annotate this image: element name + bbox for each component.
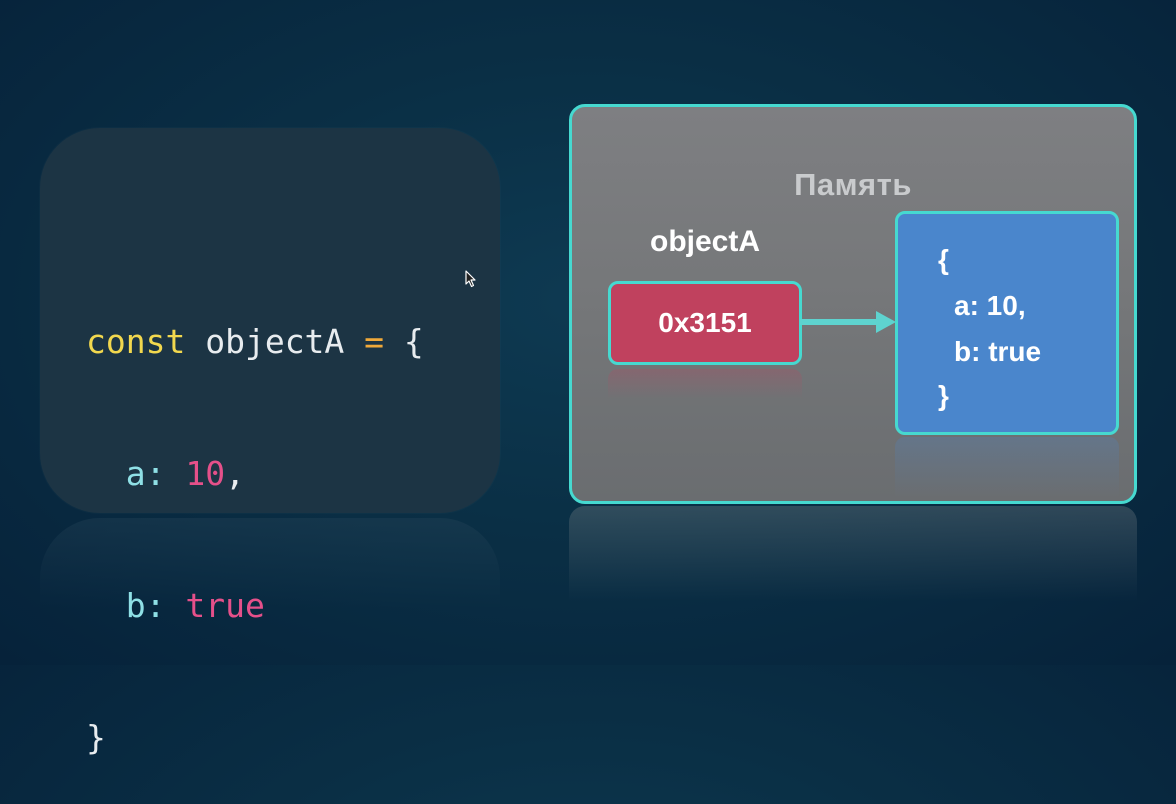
address-box: 0x3151 bbox=[608, 281, 802, 365]
code-value-b: true bbox=[185, 586, 265, 625]
heap-object-reflection bbox=[895, 437, 1119, 497]
object-close-brace: } bbox=[938, 380, 949, 411]
variable-label: objectA bbox=[650, 225, 761, 258]
object-open-brace: { bbox=[938, 244, 949, 275]
code-comma: , bbox=[225, 454, 245, 493]
memory-panel-reflection bbox=[569, 506, 1137, 601]
code-line-2: a: 10, bbox=[86, 452, 424, 496]
code-variable-name: objectA bbox=[205, 322, 345, 361]
object-line-a: a: 10, bbox=[954, 290, 1026, 321]
memory-panel: Память objectA 0x3151 { a: 10, b: true } bbox=[569, 104, 1137, 504]
code-block: const objectA = { a: 10, b: true } bbox=[86, 232, 424, 804]
code-close-brace: } bbox=[86, 718, 106, 757]
text-cursor-icon bbox=[465, 270, 476, 288]
heap-object-box: { a: 10, b: true } bbox=[895, 211, 1119, 435]
code-line-1: const objectA = { bbox=[86, 320, 424, 364]
code-open-brace: { bbox=[403, 322, 424, 361]
address-value: 0x3151 bbox=[658, 307, 752, 338]
code-prop-b: b: bbox=[125, 586, 166, 625]
code-assign-operator: = bbox=[364, 322, 385, 361]
object-line-b: b: true bbox=[954, 336, 1042, 367]
reference-arrow-icon bbox=[800, 311, 896, 333]
code-prop-a: a: bbox=[125, 454, 166, 493]
address-box-reflection bbox=[608, 369, 802, 399]
code-value-a: 10 bbox=[185, 454, 226, 493]
code-line-3: b: true bbox=[86, 584, 424, 628]
memory-title: Память bbox=[794, 167, 912, 202]
code-line-4: } bbox=[86, 716, 424, 760]
code-keyword: const bbox=[86, 322, 186, 361]
